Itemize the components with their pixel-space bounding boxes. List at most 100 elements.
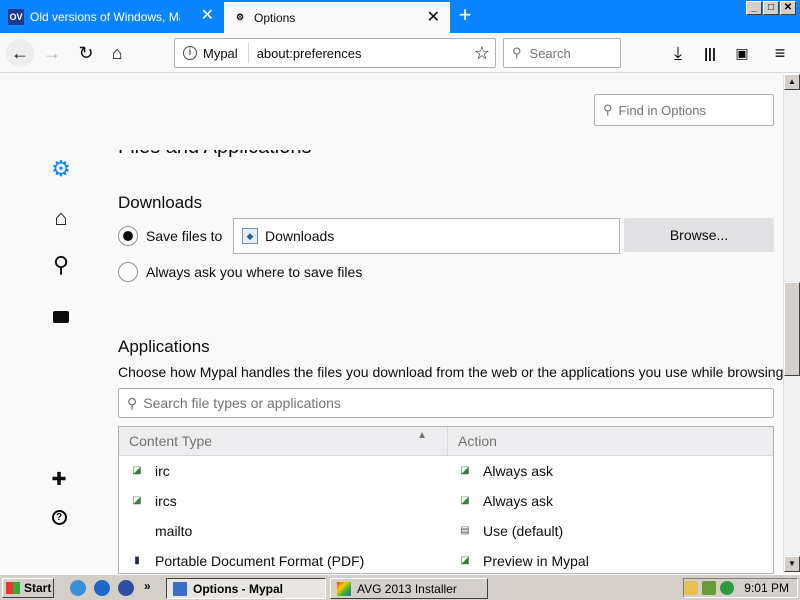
site-label: Mypal: [203, 45, 238, 61]
ask-icon: ◪: [460, 495, 470, 506]
action-value[interactable]: Use (default): [483, 523, 563, 539]
reload-icon: ↻: [78, 42, 94, 63]
application-icon: ◪: [132, 465, 142, 476]
scroll-up-arrow-icon[interactable]: ▲: [784, 74, 800, 90]
extensions-link[interactable]: ✚: [46, 466, 72, 492]
table-header: Content Type ▲ Action: [119, 427, 773, 456]
start-button[interactable]: Start: [2, 578, 54, 598]
sort-ascending-icon: ▲: [417, 430, 427, 441]
back-arrow-icon: ←: [11, 42, 29, 63]
category-general[interactable]: ⚙: [48, 156, 74, 182]
navigation-toolbar: ← → ↻ ⌂ i Mypal about:preferences ☆ ⚲ Se…: [0, 33, 800, 73]
content-type: Portable Document Format (PDF): [155, 553, 365, 569]
tray-network-icon[interactable]: [684, 581, 699, 595]
action-value[interactable]: Always ask: [483, 463, 553, 479]
save-files-radio[interactable]: [118, 226, 138, 246]
content-type: mailto: [155, 523, 193, 539]
url-text[interactable]: about:preferences: [249, 46, 469, 61]
action-column-header[interactable]: Action: [447, 427, 497, 456]
bookmark-star-icon[interactable]: ☆: [469, 43, 495, 64]
downloads-button[interactable]: ⤓: [664, 39, 692, 67]
search-icon: ⚲: [603, 102, 613, 117]
hamburger-menu-icon: ≡: [774, 42, 786, 63]
find-in-options-input[interactable]: ⚲ Find in Options: [594, 94, 774, 126]
site-identity[interactable]: i Mypal: [175, 43, 249, 63]
info-icon: i: [183, 46, 197, 60]
mypal-icon: [173, 581, 187, 596]
action-value[interactable]: Preview in Mypal: [483, 553, 589, 569]
save-files-label[interactable]: Save files to: [146, 228, 222, 244]
puzzle-icon: ✚: [51, 468, 67, 489]
category-search[interactable]: ⚲: [48, 252, 74, 278]
close-icon[interactable]: ✕: [201, 8, 214, 24]
maximize-button[interactable]: □: [763, 1, 779, 15]
tray-utorrent-icon[interactable]: [720, 581, 735, 595]
home-button[interactable]: ⌂: [103, 39, 131, 67]
tray-avg-icon[interactable]: [702, 581, 717, 595]
table-row[interactable]: ▮ Portable Document Format (PDF) ◪ Preview…: [119, 546, 773, 573]
file-search-placeholder: Search file types or applications: [143, 395, 341, 411]
always-ask-radio[interactable]: [118, 262, 138, 282]
mypal-icon: ◪: [460, 555, 470, 566]
downloads-heading: Downloads: [118, 193, 203, 212]
quicklaunch-globe-icon[interactable]: [118, 580, 134, 596]
column-label: Content Type: [129, 433, 213, 449]
action-value[interactable]: Always ask: [483, 493, 553, 509]
download-folder-name: Downloads: [265, 228, 335, 244]
category-privacy[interactable]: [48, 300, 74, 326]
file-type-search-input[interactable]: ⚲ Search file types or applications: [118, 388, 774, 418]
folder-icon: ◆: [242, 228, 258, 244]
avg-icon: [337, 581, 351, 596]
task-label: Options - Mypal: [193, 581, 283, 596]
system-tray: 9:01 PM: [683, 578, 798, 598]
tab-options[interactable]: ⚙ Options ✕: [224, 0, 450, 33]
browse-button[interactable]: Browse...: [624, 218, 774, 252]
content-type: irc: [155, 463, 170, 479]
table-row[interactable]: ◪ ircs ◪ Always ask: [119, 486, 773, 516]
help-icon: ?: [51, 509, 67, 525]
close-window-button[interactable]: ✕: [780, 1, 796, 15]
task-avg-installer[interactable]: AVG 2013 Installer: [330, 578, 488, 599]
tab-old-versions[interactable]: OV Old versions of Windows, Mac and ✕: [0, 0, 224, 33]
forward-button[interactable]: →: [38, 39, 66, 67]
application-window-icon: ▤: [460, 525, 470, 536]
tab-title: Old versions of Windows, Mac and: [30, 9, 180, 24]
find-placeholder: Find in Options: [618, 102, 706, 118]
pdf-file-icon: ▮: [134, 555, 140, 566]
chevron-right-icon[interactable]: »: [144, 579, 151, 593]
scrollbar-thumb[interactable]: [784, 282, 800, 376]
task-options-mypal[interactable]: Options - Mypal: [166, 578, 326, 599]
search-input[interactable]: ⚲ Search: [503, 38, 621, 68]
category-home[interactable]: ⌂: [48, 205, 74, 231]
back-button[interactable]: ←: [6, 39, 34, 67]
section-title: Files and Applications: [118, 142, 312, 158]
sidebar-button[interactable]: ▣: [728, 39, 756, 67]
vertical-scrollbar[interactable]: ▲ ▼: [783, 74, 800, 572]
scroll-down-arrow-icon[interactable]: ▼: [784, 556, 800, 572]
download-folder-field: ◆ Downloads: [233, 218, 620, 254]
library-button[interactable]: |||: [696, 39, 724, 67]
new-tab-button[interactable]: +: [452, 4, 478, 28]
taskbar: Start » Options - Mypal AVG 2013 Install…: [0, 574, 800, 600]
always-ask-label[interactable]: Always ask you where to save files: [146, 264, 362, 280]
table-row[interactable]: ◪ irc ◪ Always ask: [119, 456, 773, 486]
blank-icon: [129, 523, 145, 539]
support-link[interactable]: ?: [46, 504, 72, 530]
reload-button[interactable]: ↻: [72, 39, 100, 67]
start-label: Start: [24, 581, 52, 595]
menu-button[interactable]: ≡: [766, 39, 794, 67]
task-label: AVG 2013 Installer: [357, 581, 457, 596]
home-icon: ⌂: [54, 205, 68, 230]
application-icon: ◪: [132, 495, 142, 506]
minimize-button[interactable]: _: [746, 1, 762, 15]
content-type-column-header[interactable]: Content Type ▲: [119, 430, 447, 449]
search-icon: ⚲: [127, 394, 138, 411]
content-type: ircs: [155, 493, 177, 509]
close-icon[interactable]: ✕: [427, 10, 440, 26]
library-icon: |||: [704, 45, 716, 61]
table-row[interactable]: mailto ▤ Use (default): [119, 516, 773, 546]
quicklaunch-browser-icon[interactable]: [70, 580, 86, 596]
url-bar[interactable]: i Mypal about:preferences ☆: [174, 38, 496, 68]
quicklaunch-ie-icon[interactable]: [94, 580, 110, 596]
ask-icon: ◪: [460, 465, 470, 476]
